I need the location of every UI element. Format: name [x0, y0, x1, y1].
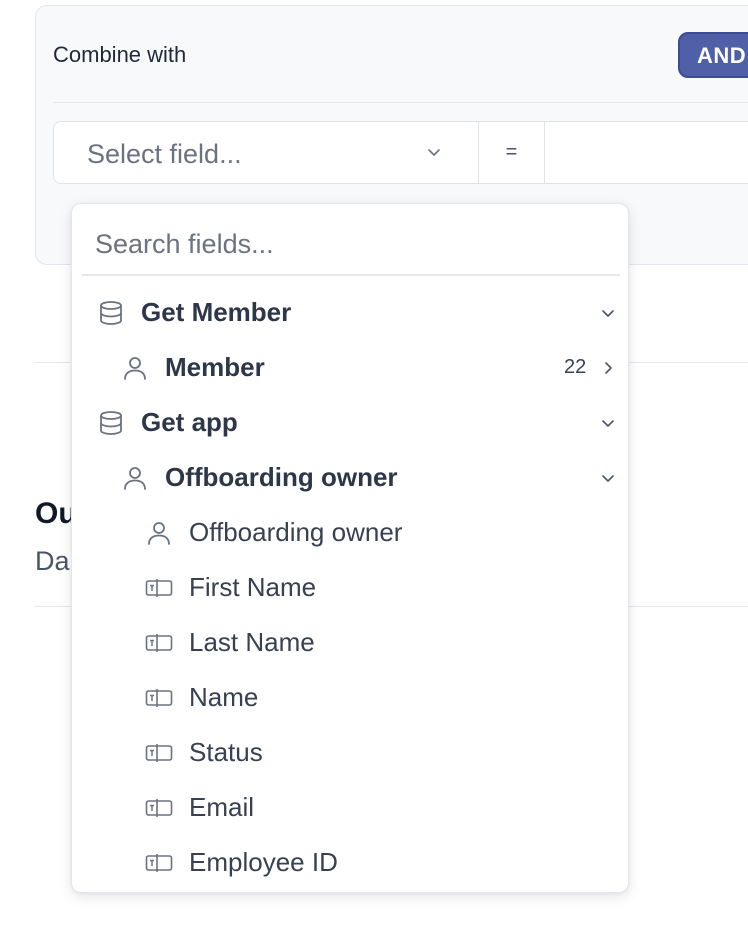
field-count: 22 [564, 356, 587, 378]
text-field-icon [145, 799, 173, 817]
section-subtitle: Da [35, 546, 70, 576]
field-member[interactable]: Member 22 [72, 340, 628, 395]
field-label: Email [189, 792, 255, 822]
field-offboarding-owner[interactable]: Offboarding owner [72, 505, 628, 560]
combine-with-label: Combine with [53, 42, 187, 67]
field-label: Name [189, 682, 259, 712]
database-icon [100, 411, 122, 435]
field-email[interactable]: Email [72, 780, 628, 835]
field-label: Employee ID [189, 847, 338, 877]
field-first-name[interactable]: First Name [72, 560, 628, 615]
condition-row: Select field... = [53, 121, 748, 184]
user-icon [124, 357, 146, 380]
chevron-down-icon [602, 475, 614, 482]
field-label: Member [165, 352, 265, 382]
field-picker-dropdown: Get Member Member 22 Get app [71, 203, 629, 893]
and-combinator-button[interactable]: AND [678, 32, 748, 78]
chevron-down-icon [428, 149, 440, 156]
group-get-member[interactable]: Get Member [72, 285, 628, 340]
text-field-icon [145, 579, 173, 597]
text-field-icon [145, 634, 173, 652]
chevron-down-icon [602, 310, 614, 317]
text-field-icon [145, 689, 173, 707]
field-name[interactable]: Name [72, 670, 628, 725]
field-label: Last Name [189, 627, 315, 657]
user-icon [124, 467, 146, 490]
database-icon [100, 301, 122, 325]
chevron-down-icon [602, 420, 614, 427]
page: Combine with AND Select field... = Ou Da [0, 0, 748, 948]
field-status[interactable]: Status [72, 725, 628, 780]
field-select[interactable]: Select field... [54, 122, 479, 183]
operator-select[interactable]: = [479, 122, 545, 183]
field-select-placeholder: Select field... [87, 139, 242, 169]
user-icon [148, 522, 170, 545]
text-field-icon [145, 744, 173, 762]
field-label: Offboarding owner [165, 462, 398, 492]
field-last-name[interactable]: Last Name [72, 615, 628, 670]
field-employee-id[interactable]: Employee ID [72, 835, 628, 890]
card-divider [53, 102, 748, 103]
field-label: First Name [189, 572, 317, 602]
value-input[interactable] [545, 122, 748, 183]
field-offboarding-owner-group[interactable]: Offboarding owner [72, 450, 628, 505]
text-field-icon [145, 854, 173, 872]
field-label: Status [189, 737, 263, 767]
search-fields-input[interactable] [82, 214, 620, 276]
chevron-right-icon [605, 362, 612, 374]
group-label: Get app [141, 407, 238, 437]
field-label: Offboarding owner [189, 517, 403, 547]
group-label: Get Member [141, 297, 292, 327]
group-get-app[interactable]: Get app [72, 395, 628, 450]
